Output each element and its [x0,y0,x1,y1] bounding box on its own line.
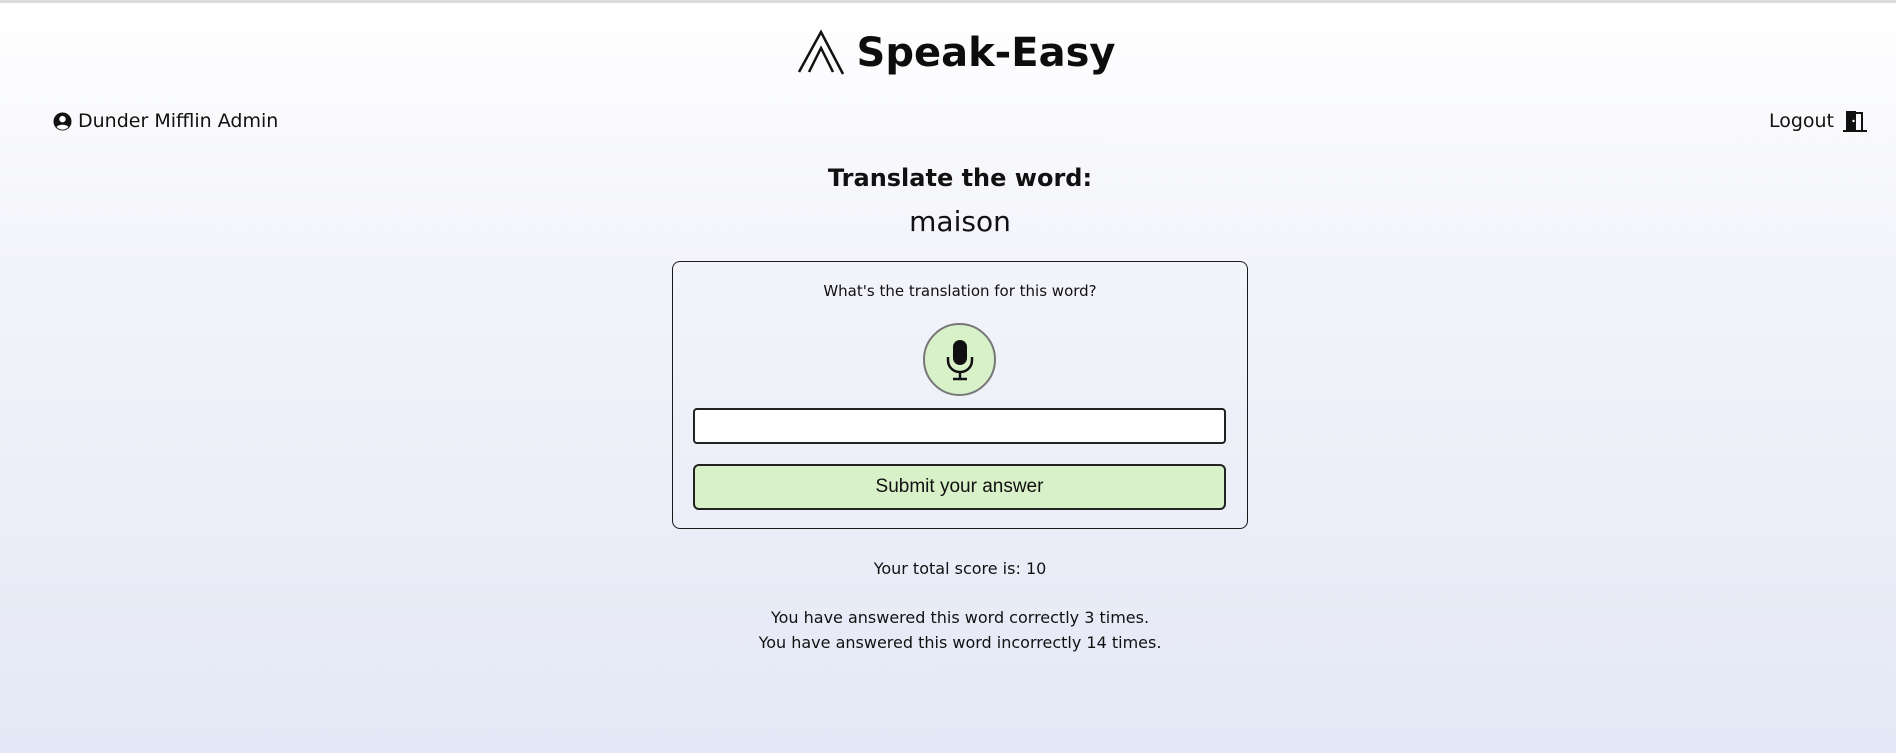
prompt-title: Translate the word: [827,164,1093,192]
correct-count-text: You have answered this word correctly 3 … [770,608,1150,627]
user-name: Dunder Mifflin Admin [78,110,279,132]
user-circle-icon [53,111,72,131]
mountain-peaks-icon [797,29,844,75]
microphone-button[interactable] [923,323,996,396]
incorrect-count-text: You have answered this word incorrectly … [758,633,1162,652]
app-name: Speak-Easy [856,30,1116,76]
app-header: Speak-Easy [0,28,1896,78]
target-word: maison [909,205,1011,238]
logout-button[interactable]: Logout [1769,110,1868,132]
card-question: What's the translation for this word? [823,282,1097,300]
answer-card: What's the translation for this word? Su… [672,261,1248,529]
brand: Speak-Easy [797,28,1116,78]
top-divider [0,0,1896,3]
word-stats: You have answered this word correctly 3 … [0,605,1896,655]
microphone-icon [946,339,973,380]
submit-answer-button[interactable]: Submit your answer [693,464,1226,510]
user-info: Dunder Mifflin Admin [53,110,278,132]
logout-label: Logout [1768,110,1834,132]
answer-input[interactable] [693,408,1226,444]
total-score: Your total score is: 10 [873,559,1047,578]
door-exit-icon [1843,111,1867,132]
